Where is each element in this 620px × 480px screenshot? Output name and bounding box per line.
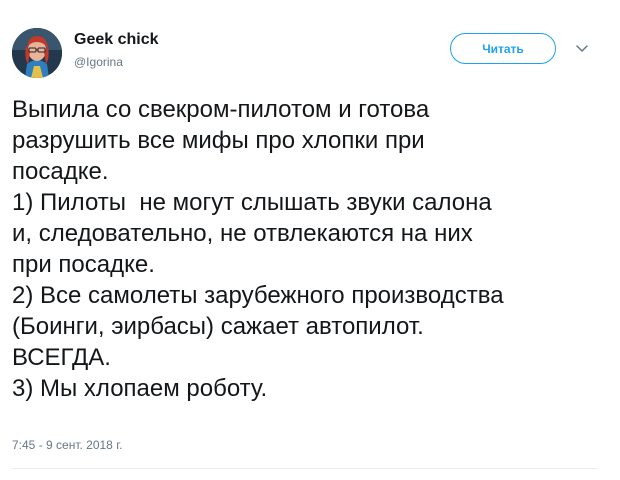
tweet-text-line: посадке.: [12, 158, 109, 185]
chevron-down-icon: [576, 45, 588, 52]
tweet-text-line: 3) Мы хлопаем роботу.: [12, 375, 268, 402]
tweet-text-line: 1) Пилоты не могут слышать звуки салона: [12, 189, 492, 216]
tweet-timestamp[interactable]: 7:45 - 9 сент. 2018 г.: [12, 438, 122, 452]
tweet-text-line: (Боинги, эирбасы) сажает автопилот.: [12, 313, 424, 340]
tweet-text-line: при посадке.: [12, 251, 155, 278]
divider: [12, 468, 598, 469]
tweet-text-line: ВСЕГДА.: [12, 344, 111, 371]
tweet-text-line: Выпила со свекром-пилотом и готова: [12, 96, 430, 123]
tweet-text: Выпила со свекром-пилотом и готова разру…: [12, 94, 612, 404]
author-handle[interactable]: @Igorina: [74, 55, 123, 69]
tweet-menu-button[interactable]: [572, 38, 592, 58]
tweet-card: Geek chick @Igorina Читать Выпила со све…: [0, 0, 620, 480]
tweet-text-line: и, следовательно, не отвлекаются на них: [12, 220, 473, 247]
author-display-name[interactable]: Geek chick: [74, 31, 159, 49]
tweet-text-line: разрушить все мифы про хлопки при: [12, 127, 425, 154]
avatar-image-icon: [12, 28, 62, 78]
follow-button[interactable]: Читать: [450, 33, 556, 64]
tweet-text-line: 2) Все самолеты зарубежного производства: [12, 282, 504, 309]
avatar[interactable]: [12, 28, 62, 78]
